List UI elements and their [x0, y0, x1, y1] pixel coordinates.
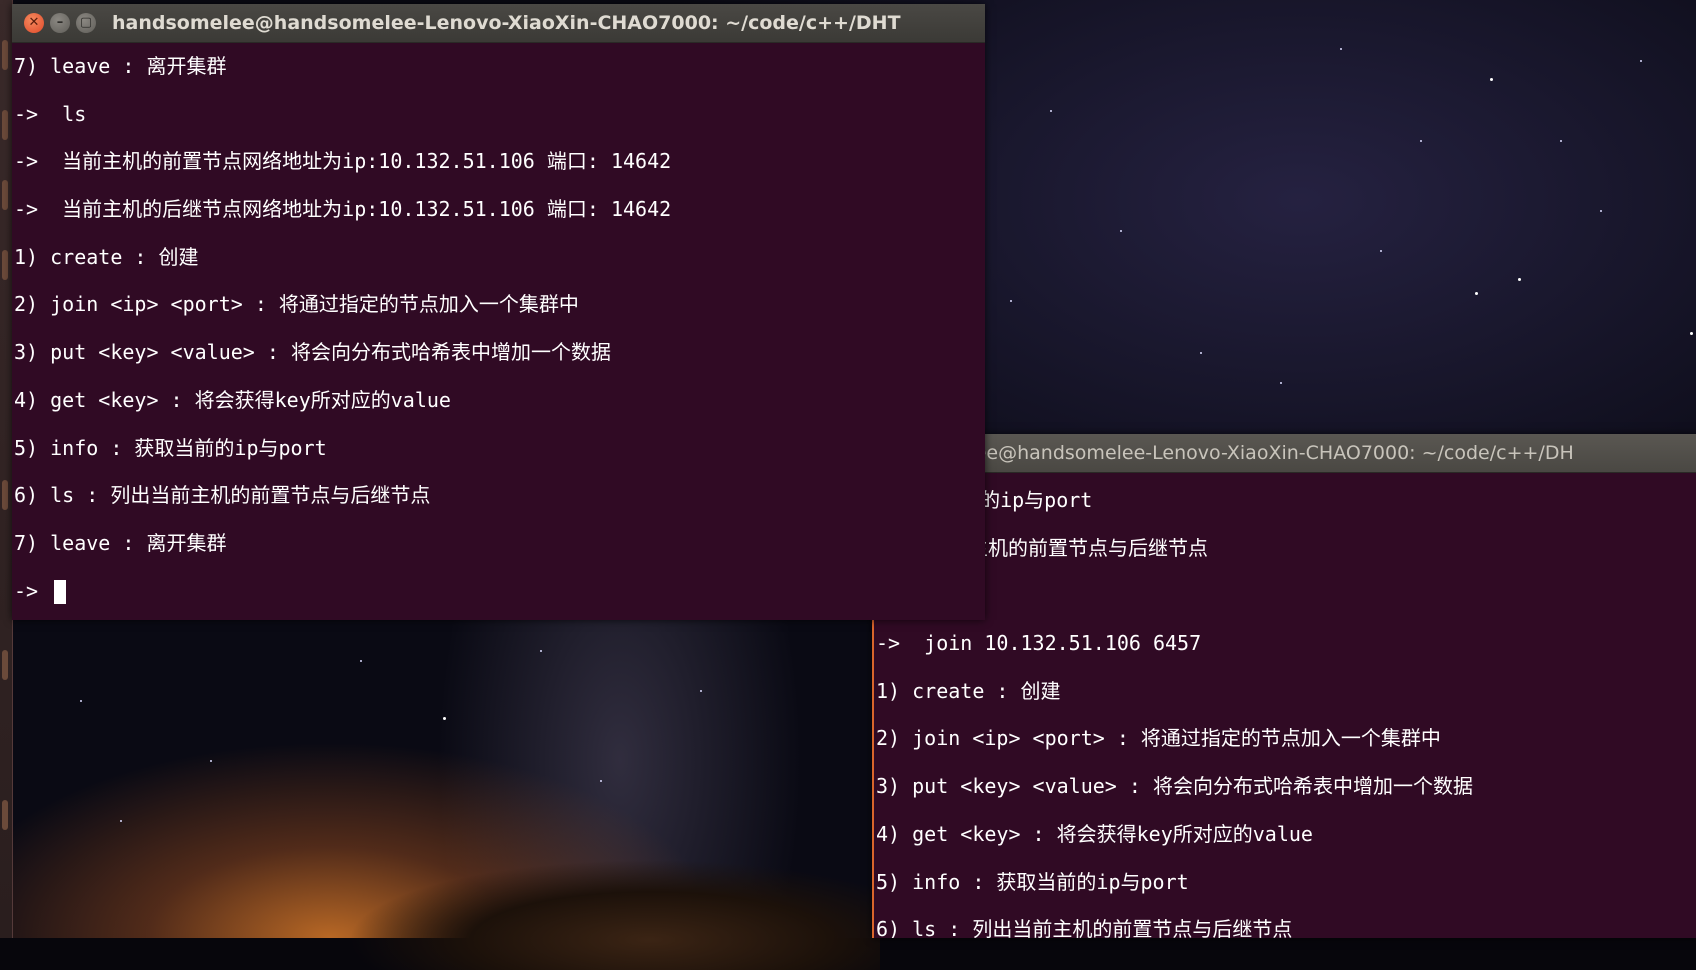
wallpaper-star [1560, 140, 1562, 142]
terminal-line: -> 当前主机的后继节点网络地址为ip:10.132.51.106 端口: 14… [14, 197, 672, 222]
wallpaper-star [1340, 48, 1342, 50]
terminal-line: 4) get <key> : 将会获得key所对应的value [14, 387, 451, 412]
wallpaper-star [1640, 60, 1642, 62]
terminal-line: 1) create : 创建 [14, 244, 199, 269]
launcher-item[interactable] [2, 650, 8, 680]
terminal-prompt: -> [14, 578, 39, 603]
terminal-line: -> 当前主机的前置节点网络地址为ip:10.132.51.106 端口: 14… [14, 149, 672, 174]
launcher-item[interactable] [2, 480, 8, 510]
terminal-line: 2) join <ip> <port> : 将通过指定的节点加入一个集群中 [876, 726, 1441, 751]
close-icon[interactable]: ✕ [24, 13, 44, 33]
terminal-window-main[interactable]: ✕ – ▢ handsomelee@handsomelee-Lenovo-Xia… [12, 4, 985, 620]
wallpaper-star [1490, 78, 1493, 81]
terminal-line: 3) put <key> <value> : 将会向分布式哈希表中增加一个数据 [876, 774, 1473, 799]
wallpaper-star [210, 760, 212, 762]
terminal-line: 1) create : 创建 [876, 678, 1061, 703]
wallpaper-star [1280, 382, 1282, 384]
wallpaper-star [1380, 250, 1382, 252]
window-title: handsomelee@handsomelee-Lenovo-XiaoXin-C… [112, 12, 901, 34]
maximize-icon[interactable]: ▢ [76, 13, 96, 33]
wallpaper-star [600, 780, 602, 782]
terminal-line: 5) info : 获取当前的ip与port [14, 435, 327, 460]
terminal-titlebar[interactable]: andsomelee@handsomelee-Lenovo-XiaoXin-CH… [874, 434, 1696, 473]
wallpaper-star [1120, 230, 1122, 232]
terminal-line: 2) join <ip> <port> : 将通过指定的节点加入一个集群中 [14, 292, 579, 317]
terminal-line: : 离开集群 [876, 572, 1696, 620]
wallpaper-ridge [320, 850, 880, 970]
wallpaper-star [1010, 300, 1012, 302]
terminal-titlebar[interactable]: ✕ – ▢ handsomelee@handsomelee-Lenovo-Xia… [12, 4, 985, 43]
launcher-item[interactable] [2, 40, 8, 70]
wallpaper-star [1600, 210, 1602, 212]
wallpaper-star [1050, 110, 1052, 112]
launcher-item[interactable] [2, 250, 8, 280]
wallpaper-star [1475, 292, 1478, 295]
wallpaper-star [360, 660, 362, 662]
text-cursor [54, 580, 67, 605]
terminal-line: 7) leave : 离开集群 [14, 54, 227, 78]
terminal-line: 4) get <key> : 将会获得key所对应的value [876, 821, 1313, 846]
wallpaper-star [1518, 278, 1521, 281]
terminal-line: 7) leave : 离开集群 [14, 530, 227, 555]
wallpaper-star [1420, 140, 1422, 142]
launcher-item[interactable] [2, 180, 8, 210]
wallpaper-star [80, 700, 82, 702]
terminal-line: 5) info : 获取当前的ip与port [876, 869, 1189, 894]
launcher-item[interactable] [2, 800, 8, 830]
terminal-line: 6) ls : 列出当前主机的前置节点与后继节点 [876, 917, 1293, 938]
wallpaper-star [1200, 352, 1202, 354]
terminal-line: -> join 10.132.51.106 6457 [876, 631, 1202, 656]
terminal-output[interactable]: 获取当前的ip与port 列出当前主机的前置节点与后继节点 : 离开集群 -> … [874, 473, 1696, 938]
wallpaper-star [443, 717, 446, 720]
terminal-output[interactable]: 7) leave : 离开集群 -> ls -> 当前主机的前置节点网络地址为i… [12, 43, 985, 615]
wallpaper-star [1690, 332, 1693, 335]
terminal-line: -> ls [14, 101, 87, 126]
minimize-icon[interactable]: – [50, 13, 70, 33]
wallpaper-star [540, 650, 542, 652]
wallpaper-star [120, 820, 122, 822]
launcher-item[interactable] [2, 110, 8, 140]
window-title: andsomelee@handsomelee-Lenovo-XiaoXin-CH… [882, 442, 1574, 464]
terminal-line: 6) ls : 列出当前主机的前置节点与后继节点 [14, 483, 431, 508]
terminal-line: 列出当前主机的前置节点与后继节点 [876, 535, 1209, 560]
terminal-prompt-line[interactable]: -> [14, 568, 985, 616]
wallpaper-star [700, 690, 702, 692]
terminal-line: 获取当前的ip与port [900, 488, 1093, 512]
terminal-line: 3) put <key> <value> : 将会向分布式哈希表中增加一个数据 [14, 340, 611, 365]
terminal-window-secondary[interactable]: andsomelee@handsomelee-Lenovo-XiaoXin-CH… [872, 434, 1696, 938]
